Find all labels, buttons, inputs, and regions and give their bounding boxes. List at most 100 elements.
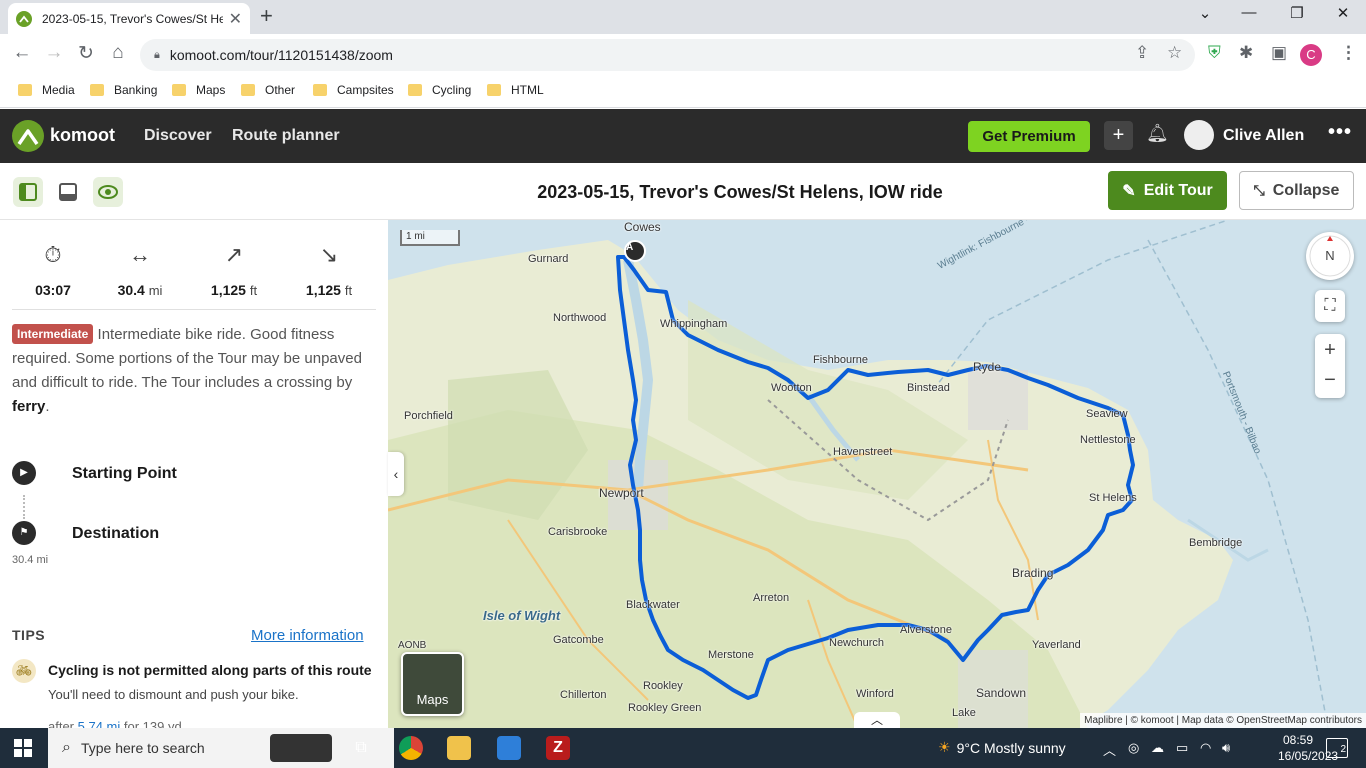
chrome-icon[interactable]	[399, 736, 423, 760]
map-label-merstone: Merstone	[708, 649, 754, 661]
folder-icon	[408, 84, 422, 96]
map-label-rookley: Rookley	[643, 680, 683, 692]
difficulty-description: Intermediate Intermediate bike ride. Goo…	[12, 324, 362, 415]
filezilla-icon[interactable]: Z	[546, 736, 570, 760]
difficulty-badge: Intermediate	[12, 324, 94, 344]
tip-text: You'll need to dismount and push your bi…	[48, 687, 299, 702]
store-icon[interactable]	[497, 736, 521, 760]
nav-route-planner[interactable]: Route planner	[232, 127, 340, 145]
user-name[interactable]: Clive Allen	[1223, 127, 1304, 145]
zoom-out-icon[interactable]: −	[1315, 366, 1345, 398]
bookmark-folder[interactable]: Other	[241, 83, 295, 97]
map-label-sandown: Sandown	[976, 686, 1027, 700]
edit-tour-button[interactable]: ✎ Edit Tour	[1108, 171, 1227, 210]
expand-drawer-chevron-icon[interactable]: ︿	[854, 712, 900, 728]
folder-icon	[90, 84, 104, 96]
more-information-link[interactable]: More information	[251, 627, 364, 644]
tray-chevron-icon[interactable]: ︿	[1103, 740, 1116, 759]
folder-icon	[241, 84, 255, 96]
destination-distance: 30.4 mi	[12, 554, 49, 566]
home-icon[interactable]: ⌂	[105, 42, 131, 64]
folder-icon	[313, 84, 327, 96]
wifi-icon[interactable]: ◠	[1200, 740, 1211, 756]
collapse-sidebar-chevron-icon[interactable]: ‹	[388, 452, 404, 496]
collapse-button[interactable]: ⤡ Collapse	[1239, 171, 1354, 210]
more-menu-icon[interactable]: •••	[1328, 121, 1352, 144]
bookmark-folder[interactable]: Cycling	[408, 83, 471, 97]
weather-widget[interactable]: ☀ 9°C Mostly sunny	[938, 739, 1066, 756]
forward-icon[interactable]: →	[41, 42, 67, 64]
user-avatar[interactable]	[1184, 120, 1214, 150]
map-label-winford: Winford	[856, 688, 894, 700]
map-label-northwood: Northwood	[553, 312, 607, 324]
stat-downhill: ↘ 1,125 ft	[289, 242, 369, 298]
folder-icon	[172, 84, 186, 96]
compass-button[interactable]: N	[1306, 232, 1354, 280]
get-premium-button[interactable]: Get Premium	[968, 121, 1090, 152]
bookmark-folder[interactable]: Media	[18, 83, 75, 97]
tour-map[interactable]: 1 mi A Cowes Gurnard Whippingham Northwo…	[388, 220, 1366, 728]
sidebar-view-icon[interactable]	[13, 177, 43, 207]
bookmarks-bar: Media Banking Maps Other Campsites Cycli…	[0, 76, 1366, 108]
windows-start-icon[interactable]	[14, 739, 32, 757]
lock-icon: 🔒︎	[154, 48, 160, 61]
restore-icon[interactable]: ❐	[1277, 4, 1317, 26]
browser-tab[interactable]: 2023-05-15, Trevor's Cowes/St Helens, IO…	[8, 3, 250, 34]
map-label-arreton: Arreton	[753, 592, 790, 604]
system-clock[interactable]: 08:59 16/05/2023	[1278, 732, 1338, 764]
address-bar[interactable]: 🔒︎ komoot.com/tour/1120151438/zoom	[140, 39, 1195, 71]
waypoint-start[interactable]: Starting Point	[72, 465, 177, 483]
waypoint-destination[interactable]: Destination	[72, 525, 159, 543]
eye-view-icon[interactable]	[93, 177, 123, 207]
bookmark-folder[interactable]: Campsites	[313, 83, 394, 97]
bottom-panel-view-icon[interactable]	[53, 177, 83, 207]
tip-location: after 5.74 mi for 139 yd	[48, 719, 182, 728]
zoom-in-icon[interactable]: +	[1315, 334, 1345, 366]
nav-discover[interactable]: Discover	[144, 127, 212, 145]
map-label-newport: Newport	[599, 486, 644, 500]
profile-avatar[interactable]: C	[1300, 44, 1322, 66]
uphill-arrow-icon: ↗	[224, 242, 244, 267]
extensions-puzzle-icon[interactable]: ✱	[1239, 43, 1253, 63]
volume-icon[interactable]: 🔊︎	[1222, 740, 1230, 756]
maps-layer-button[interactable]: Maps	[401, 652, 464, 716]
share-icon[interactable]: ⇪	[1135, 43, 1149, 63]
create-plus-icon[interactable]: +	[1104, 121, 1133, 150]
close-window-icon[interactable]: ✕	[1323, 4, 1363, 26]
bookmark-folder[interactable]: HTML	[487, 83, 544, 97]
pencil-icon: ✎	[1122, 182, 1136, 200]
browser-menu-icon[interactable]: ⋮	[1340, 43, 1357, 63]
tab-search-chevron-icon[interactable]: ⌄	[1185, 4, 1225, 26]
minimize-icon[interactable]: —	[1229, 4, 1269, 26]
locate-icon[interactable]: ⛶	[1315, 290, 1345, 322]
notification-center-icon[interactable]: 2	[1326, 738, 1348, 758]
map-label-porchfield: Porchfield	[404, 410, 453, 422]
file-explorer-icon[interactable]	[447, 736, 471, 760]
new-tab-icon[interactable]: +	[260, 5, 273, 27]
tip-title: Cycling is not permitted along parts of …	[48, 662, 372, 678]
side-panel-icon[interactable]: ▣	[1271, 43, 1287, 63]
task-view-icon[interactable]: ⧉	[349, 736, 373, 760]
stat-duration: ⏱︎ 03:07	[13, 242, 93, 298]
close-tab-icon[interactable]: ✕	[229, 9, 242, 29]
brand-name[interactable]: komoot	[50, 125, 115, 146]
bookmark-folder[interactable]: Maps	[172, 83, 225, 97]
start-marker-label[interactable]: A	[626, 242, 633, 253]
meet-now-icon[interactable]: ◎	[1128, 740, 1139, 756]
map-label-fishbourne: Fishbourne	[813, 354, 869, 366]
onedrive-cloud-icon[interactable]: ☁	[1151, 740, 1164, 756]
map-label-newchurch: Newchurch	[829, 637, 885, 649]
tip-distance-link[interactable]: 5.74 mi	[78, 719, 121, 728]
back-icon[interactable]: ←	[9, 42, 35, 64]
shield-extension-icon[interactable]: ⛨	[1208, 43, 1221, 63]
map-label-isle-of-wight: Isle of Wight	[483, 608, 561, 623]
reload-icon[interactable]: ↻	[73, 42, 99, 65]
bookmark-star-icon[interactable]: ☆	[1167, 43, 1182, 63]
divider	[12, 309, 376, 310]
notification-bell-icon[interactable]: 🔔︎	[1146, 123, 1169, 144]
komoot-logo-icon[interactable]	[12, 120, 44, 152]
taskbar-search[interactable]: ⌕ Type here to search	[48, 728, 394, 768]
map-label-blackwater: Blackwater	[626, 599, 680, 611]
battery-icon[interactable]: ▭	[1176, 740, 1188, 756]
bookmark-folder[interactable]: Banking	[90, 83, 157, 97]
